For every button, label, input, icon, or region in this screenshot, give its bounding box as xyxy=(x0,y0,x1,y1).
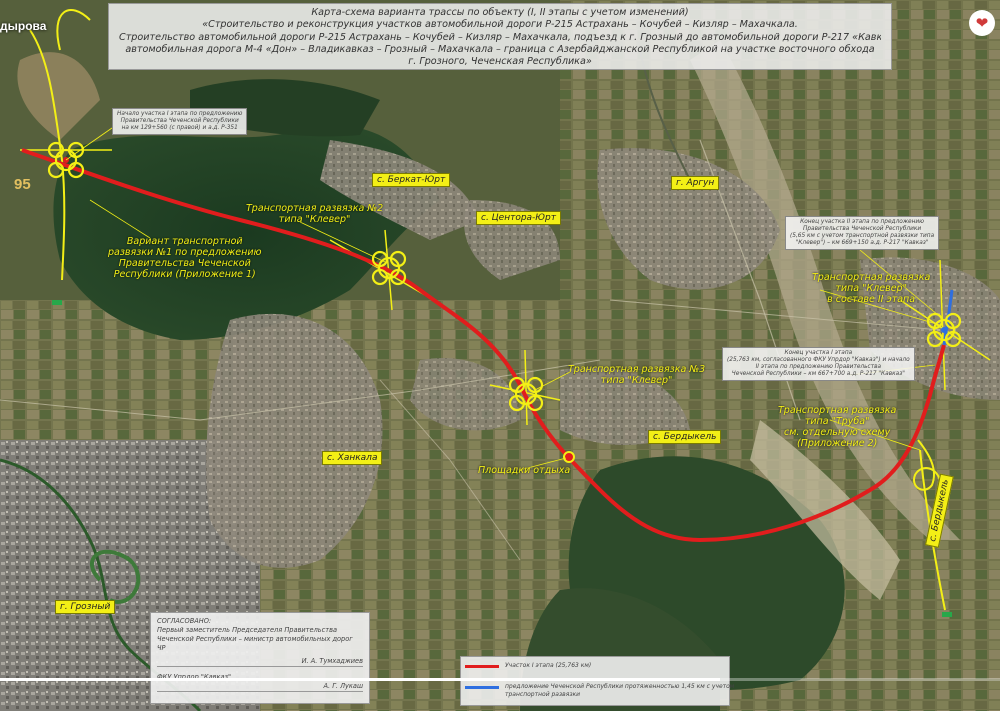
road-number: 95 xyxy=(14,176,31,193)
callout-interchange-2: Транспортная развязка №2 типа "Клевер" xyxy=(246,203,383,225)
note-line: "Клевер") – км 669+150 а.д. Р-217 "Кавка… xyxy=(795,240,929,246)
legend-swatch xyxy=(465,685,499,689)
map-title-box: Карта-схема варианта трассы по объекту (… xyxy=(108,3,892,70)
place-grozny: г. Грозный xyxy=(55,600,116,614)
note-line: Конец участка II этапа по предложению xyxy=(800,219,925,225)
callout-line: типа "Клевер" xyxy=(600,375,673,386)
km-marker-south xyxy=(942,612,952,617)
callout-interchange-east: Транспортная развязка типа "Клевер" в со… xyxy=(812,272,930,305)
note-line: (5,65 км с учетом транспортной развязки … xyxy=(790,233,935,239)
note-line: Правительства Чеченской Республики xyxy=(120,118,239,124)
approval-heading: СОГЛАСОВАНО: xyxy=(157,617,212,625)
callout-line: развязки №1 по предложению xyxy=(108,247,262,258)
note-line: (25,763 км, согласованного ФКУ Упрдор "К… xyxy=(727,357,910,363)
callout-line: типа "Труба" xyxy=(804,416,870,427)
note-line: Конец участка I этапа xyxy=(784,350,853,356)
callout-line: Вариант транспортной xyxy=(126,236,243,247)
legend-swatch xyxy=(465,664,499,668)
note-end-stage-1: Конец участка I этапа (25,763 км, соглас… xyxy=(722,347,915,381)
approval-sign-2: А. Г. Лукаш xyxy=(157,682,363,692)
legend-label: предложение Чеченской Республики протяже… xyxy=(505,683,735,690)
note-line: II этапа по предложению Правительства xyxy=(755,364,882,370)
legend: Участок I этапа (25,763 км) предложение … xyxy=(460,656,734,706)
callout-line: Транспортная развязка xyxy=(778,405,897,416)
callout-interchange-truba: Транспортная развязка типа "Труба" см. о… xyxy=(778,405,896,449)
callout-line: Транспортная развязка №3 xyxy=(568,364,706,375)
note-line: Чеченской Республики – км 667+700 а.д. Р… xyxy=(731,371,905,377)
note-line: Правительства Чеченской Республики xyxy=(802,226,922,232)
callout-line: (Приложение 2) xyxy=(796,438,878,449)
callout-line: Правительства Чеченской xyxy=(118,258,251,269)
legend-item-stage-1: Участок I этапа (25,763 км) xyxy=(465,662,591,670)
title-line-2: «Строительство и реконструкция участков … xyxy=(202,19,798,31)
note-start-stage-1: Начало участка I этапа по предложению Пр… xyxy=(112,108,248,135)
approval-line-2: Чеченской Республики – министр автомобил… xyxy=(157,635,353,652)
approval-line-1: Первый заместитель Председателя Правител… xyxy=(157,626,338,634)
legend-item-alternative-cont: транспортной развязки xyxy=(505,691,580,699)
callout-line: Транспортная развязка №2 xyxy=(246,203,384,214)
place-khankala: с. Ханкала xyxy=(322,451,383,465)
title-line-5: г. Грозного, Чеченская Республика» xyxy=(408,56,592,68)
channel-title: дырова xyxy=(0,19,47,33)
callout-line: Республики (Приложение 1) xyxy=(113,269,256,280)
callout-line: см. отдельную схему xyxy=(784,427,891,438)
callout-line: типа "Клевер" xyxy=(835,283,907,294)
favorite-button[interactable]: ❤ xyxy=(969,10,995,36)
callout-line: типа "Клевер" xyxy=(278,214,351,225)
rest-area-marker xyxy=(563,451,575,463)
heart-icon: ❤ xyxy=(975,15,989,32)
place-berdykel: с. Бердыкель xyxy=(648,430,722,444)
callout-rest-area: Площадки отдыха xyxy=(478,465,571,476)
callout-interchange-1: Вариант транспортной развязки №1 по пред… xyxy=(108,236,262,280)
video-progress-fill xyxy=(0,678,720,681)
place-berkat-yurt: с. Беркат-Юрт xyxy=(372,173,451,187)
callout-line: Транспортная развязка xyxy=(812,272,931,283)
note-line: на км 129+560 (с правой) и а.д. Р-351 xyxy=(121,125,238,131)
title-line-3: Строительство автомобильной дороги Р-215… xyxy=(119,31,881,43)
legend-label: Участок I этапа (25,763 км) xyxy=(505,662,592,669)
map-viewer: { "header": { "channel_label": "дырова",… xyxy=(0,0,1000,711)
title-line-4: автомобильная дорога М-4 «Дон» – Владика… xyxy=(125,43,875,55)
approval-sign-1: И. А. Тумхаджиев xyxy=(157,657,363,667)
video-progress-bar[interactable] xyxy=(0,678,1000,681)
place-argun: г. Аргун xyxy=(671,176,720,190)
callout-interchange-3: Транспортная развязка №3 типа "Клевер" xyxy=(568,364,705,386)
legend-item-alternative: предложение Чеченской Республики протяже… xyxy=(465,683,734,691)
km-marker-west xyxy=(52,300,62,305)
note-end-stage-2: Конец участка II этапа по предложению Пр… xyxy=(785,216,940,250)
note-line: Начало участка I этапа по предложению xyxy=(117,111,243,117)
callout-line: в составе II этапа xyxy=(827,294,916,305)
approval-box: СОГЛАСОВАНО: Первый заместитель Председа… xyxy=(150,612,370,704)
title-line-1: Карта-схема варианта трассы по объекту (… xyxy=(311,7,689,18)
legend-label: транспортной развязки xyxy=(505,691,581,698)
place-tsentora-yurt: с. Центора-Юрт xyxy=(476,211,561,225)
